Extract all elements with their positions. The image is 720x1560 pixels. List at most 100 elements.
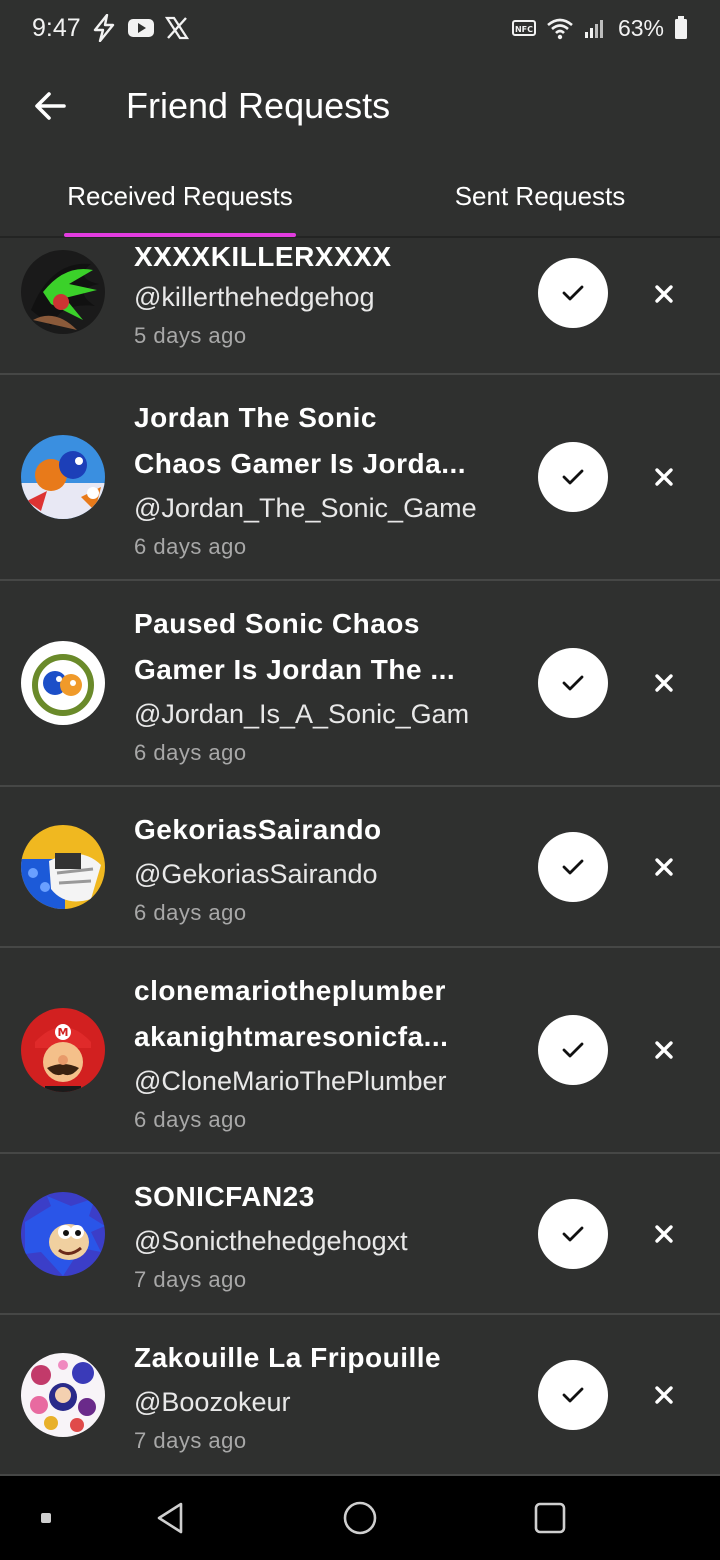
request-time: 7 days ago (134, 1428, 247, 1453)
status-left: 9:47 (32, 14, 189, 43)
app-bar: Friend Requests (0, 56, 720, 156)
check-icon (562, 859, 584, 875)
display-name: GekoriasSairando (134, 814, 382, 845)
arrow-left-icon (35, 92, 66, 120)
reject-button[interactable] (638, 657, 690, 709)
page-title: Friend Requests (126, 85, 391, 126)
close-icon (655, 858, 673, 876)
tab-sent-requests[interactable]: Sent Requests (360, 156, 720, 236)
friend-request-row: GekoriasSairando @GekoriasSairando 6 day… (0, 787, 720, 948)
friend-request-list[interactable]: XXXXKILLERXXXX @killerthehedgehog 5 days… (0, 238, 720, 1476)
accept-button[interactable] (538, 258, 608, 328)
request-info: SONICFAN23 @Sonicthehedgehogxt 7 days ag… (134, 1174, 490, 1296)
request-info: Jordan The Sonic Chaos Gamer Is Jorda...… (134, 395, 490, 563)
username: @GekoriasSairando (134, 859, 378, 889)
username: @Jordan_The_Sonic_Game (134, 493, 477, 523)
friend-request-row: XXXXKILLERXXXX @killerthehedgehog 5 days… (0, 238, 720, 375)
avatar[interactable] (21, 435, 105, 519)
username: @Boozokeur (134, 1387, 291, 1417)
check-icon (562, 1387, 584, 1403)
overview-button[interactable] (520, 1476, 580, 1560)
friend-request-row: Zakouille La Fripouille @Boozokeur 7 day… (0, 1315, 720, 1476)
request-time: 7 days ago (134, 1267, 247, 1292)
accept-button[interactable] (538, 832, 608, 902)
close-icon (655, 674, 673, 692)
tab-bar: Received Requests Sent Requests (0, 156, 720, 238)
reject-button[interactable] (638, 268, 690, 320)
friend-request-row: Paused Sonic Chaos Gamer Is Jordan The .… (0, 581, 720, 787)
x-logo-icon (164, 16, 189, 40)
status-bar: 9:47 NFC 63% (0, 0, 720, 56)
close-icon (655, 285, 673, 303)
avatar[interactable] (21, 825, 105, 909)
avatar[interactable]: M (21, 1008, 105, 1092)
signal-icon (584, 20, 603, 38)
display-name: Zakouille La Fripouille (134, 1342, 442, 1373)
username: @CloneMarioThePlumber (134, 1066, 447, 1096)
nfc-icon: NFC (511, 20, 536, 36)
home-button[interactable] (330, 1476, 390, 1560)
system-nav-bar (0, 1476, 720, 1560)
wifi-icon (547, 18, 573, 40)
username: @Sonicthehedgehogxt (134, 1226, 408, 1256)
reject-button[interactable] (638, 1369, 690, 1421)
reject-button[interactable] (638, 841, 690, 893)
youtube-icon (127, 19, 154, 37)
svg-text:M: M (58, 1026, 69, 1039)
overview-square-icon (534, 1502, 566, 1534)
recents-button[interactable] (26, 1476, 66, 1560)
display-name-line2: Gamer Is Jordan The ... (134, 654, 456, 685)
close-icon (655, 468, 673, 486)
avatar[interactable] (21, 1353, 105, 1437)
close-icon (655, 1225, 673, 1243)
friend-request-row: SONICFAN23 @Sonicthehedgehogxt 7 days ag… (0, 1154, 720, 1315)
close-icon (655, 1386, 673, 1404)
friend-request-row: Jordan The Sonic Chaos Gamer Is Jorda...… (0, 375, 720, 581)
battery-icon (675, 16, 687, 39)
home-circle-icon (343, 1501, 377, 1535)
display-name: XXXXKILLERXXXX (134, 241, 392, 272)
username: @killerthehedgehog (134, 282, 375, 312)
avatar[interactable] (21, 641, 105, 725)
back-button[interactable] (14, 70, 86, 142)
accept-button[interactable] (538, 442, 608, 512)
avatar[interactable] (21, 250, 105, 334)
status-time: 9:47 (32, 13, 81, 42)
request-info: GekoriasSairando @GekoriasSairando 6 day… (134, 807, 490, 929)
request-time: 6 days ago (134, 900, 247, 925)
request-time: 6 days ago (134, 534, 247, 559)
accept-button[interactable] (538, 1015, 608, 1085)
display-name: SONICFAN23 (134, 1181, 315, 1212)
display-name: Jordan The Sonic (134, 402, 377, 433)
request-info: clonemariotheplumber akanightmaresonicfa… (134, 968, 490, 1136)
display-name: clonemariotheplumber (134, 975, 446, 1006)
accept-button[interactable] (538, 1360, 608, 1430)
recents-icon (41, 1513, 51, 1523)
back-triangle-icon (157, 1502, 183, 1534)
request-time: 5 days ago (134, 323, 247, 348)
check-icon (562, 285, 584, 301)
status-right: NFC 63% (511, 14, 688, 42)
avatar[interactable] (21, 1192, 105, 1276)
reject-button[interactable] (638, 1024, 690, 1076)
flash-icon (93, 14, 114, 42)
friend-request-row: M clonemariotheplumber akanightmaresonic… (0, 948, 720, 1154)
reject-button[interactable] (638, 451, 690, 503)
accept-button[interactable] (538, 1199, 608, 1269)
check-icon (562, 675, 584, 691)
request-info: XXXXKILLERXXXX @killerthehedgehog 5 days… (134, 238, 490, 352)
svg-text:NFC: NFC (515, 25, 533, 34)
request-time: 6 days ago (134, 1107, 247, 1132)
accept-button[interactable] (538, 648, 608, 718)
reject-button[interactable] (638, 1208, 690, 1260)
display-name-line2: akanightmaresonicfa... (134, 1021, 449, 1052)
nav-back-button[interactable] (140, 1476, 200, 1560)
close-icon (655, 1041, 673, 1059)
display-name: Paused Sonic Chaos (134, 608, 420, 639)
battery-percent: 63% (617, 14, 664, 41)
request-time: 6 days ago (134, 740, 247, 765)
display-name-line2: Chaos Gamer Is Jorda... (134, 448, 467, 479)
check-icon (562, 1226, 584, 1242)
tab-received-requests[interactable]: Received Requests (0, 156, 360, 237)
username: @Jordan_Is_A_Sonic_Gam (134, 699, 470, 729)
